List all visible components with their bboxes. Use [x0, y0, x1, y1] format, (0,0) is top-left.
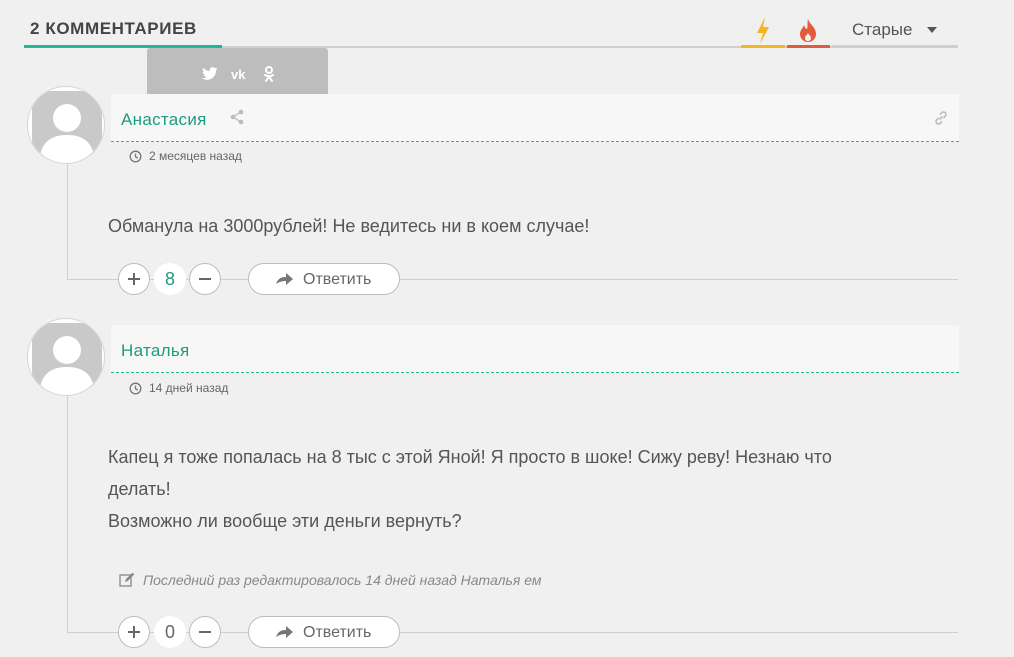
edit-icon — [119, 572, 135, 587]
comment-header — [111, 325, 959, 373]
tab-hot[interactable] — [787, 14, 831, 48]
link-icon[interactable] — [933, 110, 949, 126]
reply-button[interactable]: Ответить — [248, 616, 400, 648]
comment-text: Обманула на 3000рублей! Не ведитесь ни в… — [108, 210, 948, 242]
edited-note: Последний раз редактировалось 14 дней на… — [143, 572, 542, 588]
vote-count: 0 — [154, 616, 186, 648]
comment-time[interactable]: 2 месяцев назад — [149, 149, 242, 163]
upvote-button[interactable] — [118, 616, 150, 648]
odnoklassniki-icon[interactable] — [263, 66, 275, 82]
tab-hot-indicator — [787, 45, 830, 48]
fire-icon — [800, 19, 816, 42]
comment-author[interactable]: Наталья — [121, 341, 190, 361]
comment-text-line: Капец я тоже попалась на 8 тыс с этой Ян… — [108, 447, 832, 467]
vote-count: 8 — [154, 263, 186, 295]
chevron-down-icon[interactable] — [927, 27, 937, 33]
tab-newest[interactable] — [741, 14, 785, 48]
comment-time[interactable]: 14 дней назад — [149, 381, 228, 395]
thread-line — [67, 392, 68, 633]
plus-icon — [128, 273, 140, 285]
bolt-icon — [757, 17, 769, 44]
minus-icon — [199, 631, 211, 633]
downvote-button[interactable] — [189, 616, 221, 648]
twitter-icon[interactable] — [202, 67, 218, 81]
reply-label: Ответить — [303, 271, 372, 288]
minus-icon — [199, 278, 211, 280]
downvote-button[interactable] — [189, 263, 221, 295]
comment-author[interactable]: Анастасия — [121, 110, 207, 130]
reply-button[interactable]: Ответить — [248, 263, 400, 295]
avatar — [27, 318, 105, 396]
share-tooltip: vk — [147, 48, 328, 99]
reply-arrow-icon — [276, 626, 293, 638]
vk-icon[interactable]: vk — [231, 68, 251, 80]
sort-dropdown[interactable]: Старые — [852, 20, 912, 40]
share-icon[interactable] — [229, 109, 245, 125]
reply-label: Ответить — [303, 624, 372, 641]
sort-indicator — [832, 45, 958, 48]
comments-count-title: 2 КОММЕНТАРИЕВ — [30, 19, 197, 38]
comment-text-line: делать! — [108, 479, 171, 499]
clock-icon — [129, 150, 142, 163]
comment-text: Капец я тоже попалась на 8 тыс с этой Ян… — [108, 441, 948, 537]
plus-icon — [128, 626, 140, 638]
avatar — [27, 86, 105, 164]
clock-icon — [129, 382, 142, 395]
reply-arrow-icon — [276, 273, 293, 285]
comment-text-line: Обманула на 3000рублей! Не ведитесь ни в… — [108, 216, 590, 236]
comment-text-line: Возможно ли вообще эти деньги вернуть? — [108, 511, 462, 531]
tab-newest-indicator — [741, 45, 785, 48]
thread-line — [67, 160, 68, 280]
upvote-button[interactable] — [118, 263, 150, 295]
svg-text:vk: vk — [231, 68, 246, 80]
